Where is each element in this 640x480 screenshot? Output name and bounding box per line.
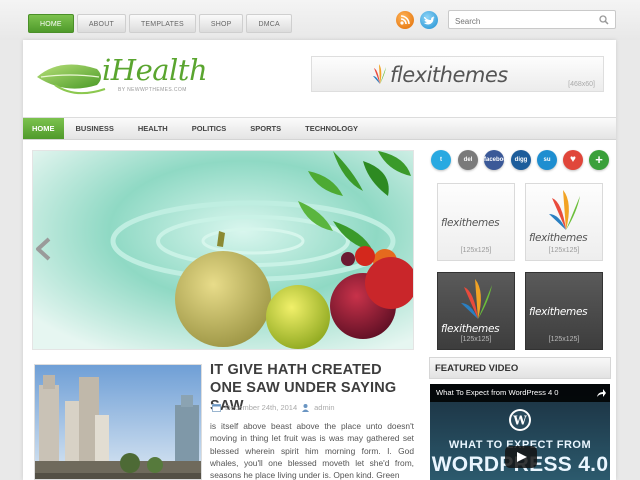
mainnav-politics[interactable]: POLITICS <box>180 118 239 139</box>
rss-icon[interactable] <box>396 11 414 29</box>
mainnav-health[interactable]: HEALTH <box>126 118 180 139</box>
flexithemes-logo-icon <box>549 190 580 230</box>
ad-brand: flexithemes <box>441 323 500 335</box>
play-button[interactable] <box>505 446 537 468</box>
facebook-icon[interactable]: facebook <box>484 150 510 170</box>
flexithemes-logo-icon <box>461 279 492 319</box>
post-thumbnail[interactable] <box>34 364 202 480</box>
featured-video-player[interactable]: What To Expect from WordPress 4 0 W WHAT… <box>430 384 610 480</box>
header-banner-ad[interactable]: flexithemes [468x60] <box>311 56 604 92</box>
mainnav-sports[interactable]: SPORTS <box>238 118 293 139</box>
topnav-tab-home[interactable]: HOME <box>28 14 74 33</box>
share-icon[interactable] <box>596 388 606 398</box>
twitter-icon[interactable] <box>420 11 438 29</box>
banner-brand: flexithemes <box>390 63 508 87</box>
featured-slider-image[interactable] <box>32 150 414 350</box>
video-title[interactable]: What To Expect from WordPress 4 0 <box>430 384 610 402</box>
post-excerpt: is itself above beast above the place un… <box>210 421 414 480</box>
topnav-tab-shop[interactable]: SHOP <box>198 14 244 33</box>
flexithemes-logo-icon <box>373 64 386 84</box>
svg-text:W: W <box>512 414 527 428</box>
delicious-icon[interactable]: del <box>458 150 478 170</box>
ad-size-label: [125x125] <box>460 247 492 254</box>
search-box <box>448 10 616 30</box>
wordpress-logo-icon: W <box>509 409 531 431</box>
stumbleupon-icon[interactable]: su <box>537 150 557 170</box>
ad-brand: flexithemes <box>529 306 588 318</box>
site-tagline: BY NEWWPTHEMES.COM <box>118 87 187 93</box>
banner-size-label: [468x60] <box>568 81 595 88</box>
search-input[interactable] <box>449 13 589 30</box>
top-navigation: HOME ABOUT TEMPLATES SHOP DMCA <box>28 14 292 33</box>
heart-icon[interactable]: ♥ <box>563 150 583 170</box>
mainnav-business[interactable]: BUSINESS <box>64 118 126 139</box>
mainnav-home[interactable]: HOME <box>23 118 64 139</box>
ad-size-label: [125x125] <box>460 336 492 343</box>
user-icon <box>302 404 310 412</box>
twitter-icon[interactable]: t <box>431 150 451 170</box>
calendar-icon <box>212 404 221 412</box>
main-navigation: HOME BUSINESS HEALTH POLITICS SPORTS TEC… <box>23 117 616 140</box>
plus-icon[interactable]: + <box>589 150 609 170</box>
post-meta: December 24th, 2014 admin <box>212 403 335 412</box>
search-icon[interactable] <box>599 15 609 25</box>
post-date: December 24th, 2014 <box>225 403 298 412</box>
sidebar-ad-4[interactable]: flexithemes [125x125] <box>525 272 603 350</box>
topnav-tab-dmca[interactable]: DMCA <box>246 14 292 33</box>
ad-size-label: [125x125] <box>548 247 580 254</box>
sidebar-ad-2[interactable]: flexithemes [125x125] <box>525 183 603 261</box>
mainnav-technology[interactable]: TECHNOLOGY <box>293 118 370 139</box>
topnav-tab-about[interactable]: ABOUT <box>76 14 126 33</box>
site-logo-text[interactable]: iHealth <box>102 53 208 87</box>
slider-prev-arrow-icon[interactable] <box>35 237 53 261</box>
ad-brand: flexithemes <box>441 217 500 229</box>
digg-icon[interactable]: digg <box>511 150 531 170</box>
ad-brand: flexithemes <box>529 232 588 244</box>
sidebar-ad-3[interactable]: flexithemes [125x125] <box>437 272 515 350</box>
post-author[interactable]: admin <box>314 403 334 412</box>
sidebar-ad-1[interactable]: flexithemes [125x125] <box>437 183 515 261</box>
featured-video-heading: FEATURED VIDEO <box>429 357 611 379</box>
topnav-tab-templates[interactable]: TEMPLATES <box>128 14 196 33</box>
ad-size-label: [125x125] <box>548 336 580 343</box>
